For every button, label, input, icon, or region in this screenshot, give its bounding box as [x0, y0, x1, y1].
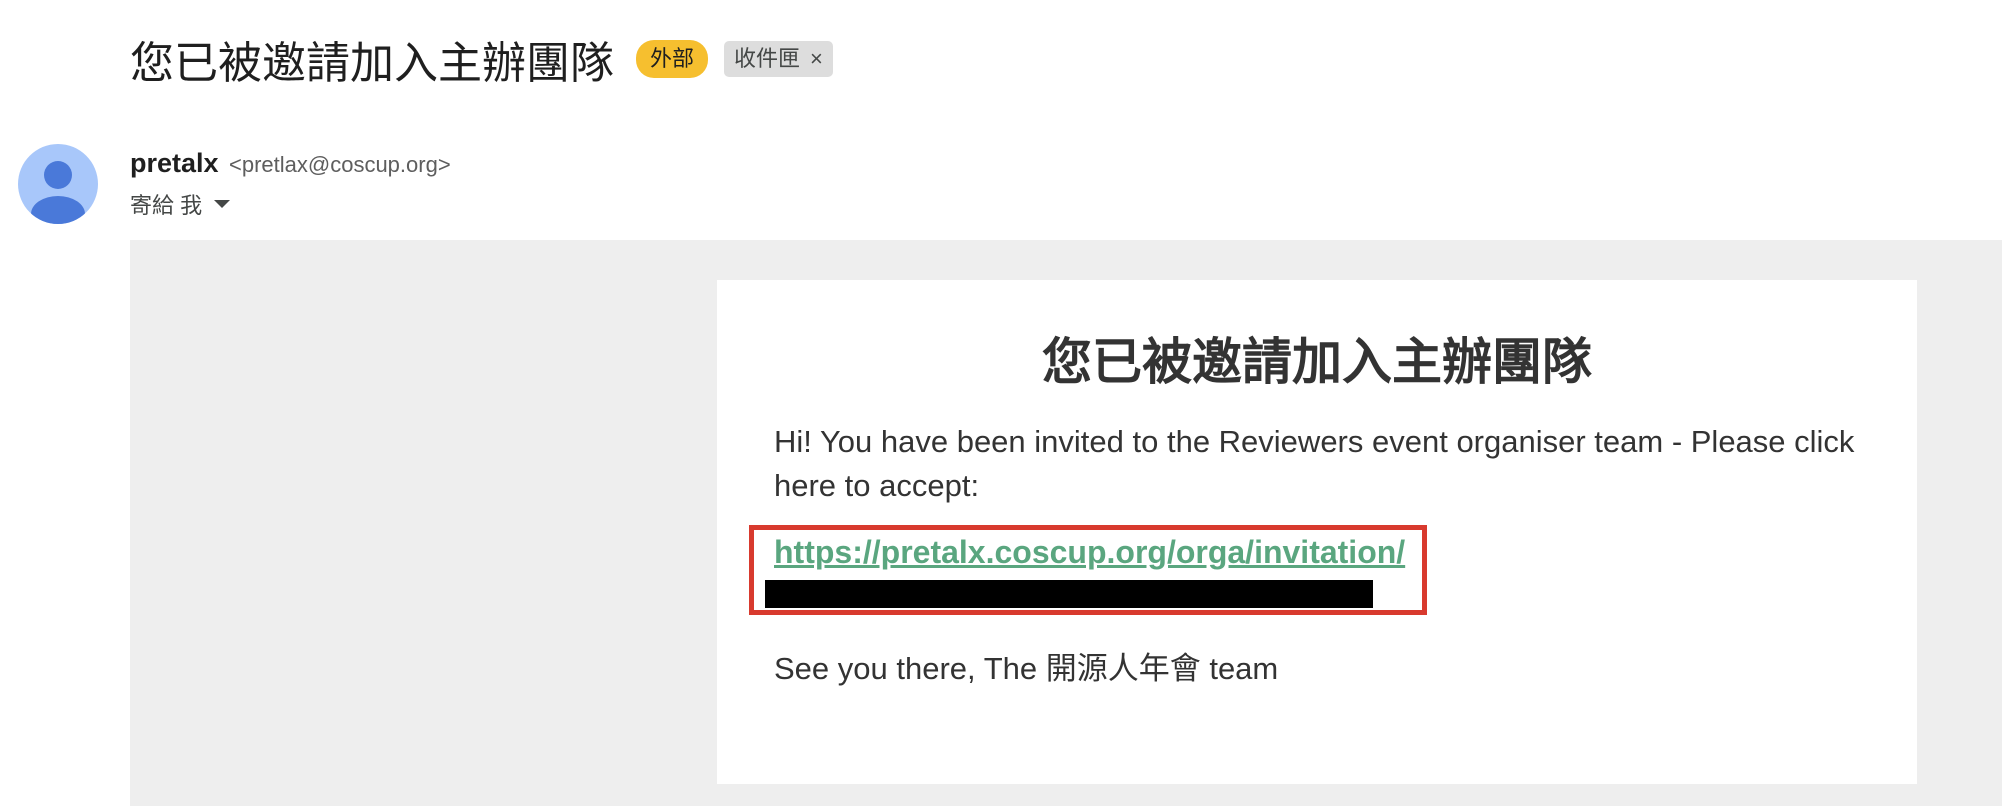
subject-row: 您已被邀請加入主辦團隊 外部 收件匣 ×: [130, 28, 833, 90]
message-text: Hi! You have been invited to the Reviewe…: [774, 424, 1855, 503]
sender-name[interactable]: pretalx: [130, 148, 219, 178]
sender-avatar[interactable]: [18, 144, 98, 224]
invitation-link[interactable]: https://pretalx.coscup.org/orga/invitati…: [774, 534, 1405, 571]
email-body: 您已被邀請加入主辦團隊 Hi! You have been invited to…: [130, 240, 2002, 806]
remove-label-icon[interactable]: ×: [810, 46, 823, 72]
sender-email: <pretlax@coscup.org>: [229, 152, 451, 177]
person-icon: [31, 161, 85, 224]
redaction-bar: [765, 580, 1373, 608]
chevron-down-icon[interactable]: [214, 200, 231, 208]
recipient-label: 寄給 我: [130, 193, 203, 218]
message-title: 您已被邀請加入主辦團隊: [1042, 334, 1592, 390]
inbox-label-chip[interactable]: 收件匣 ×: [724, 41, 833, 77]
inbox-label-text: 收件匣: [734, 46, 801, 71]
email-subject: 您已被邀請加入主辦團隊: [130, 39, 614, 88]
external-badge: 外部: [636, 40, 709, 78]
message-closing: See you there, The 開源人年會 team: [774, 651, 1279, 686]
sender-line: pretalx <pretlax@coscup.org>: [130, 148, 451, 179]
recipient-line: 寄給 我: [130, 188, 231, 220]
message-card: 您已被邀請加入主辦團隊 Hi! You have been invited to…: [717, 280, 1917, 784]
